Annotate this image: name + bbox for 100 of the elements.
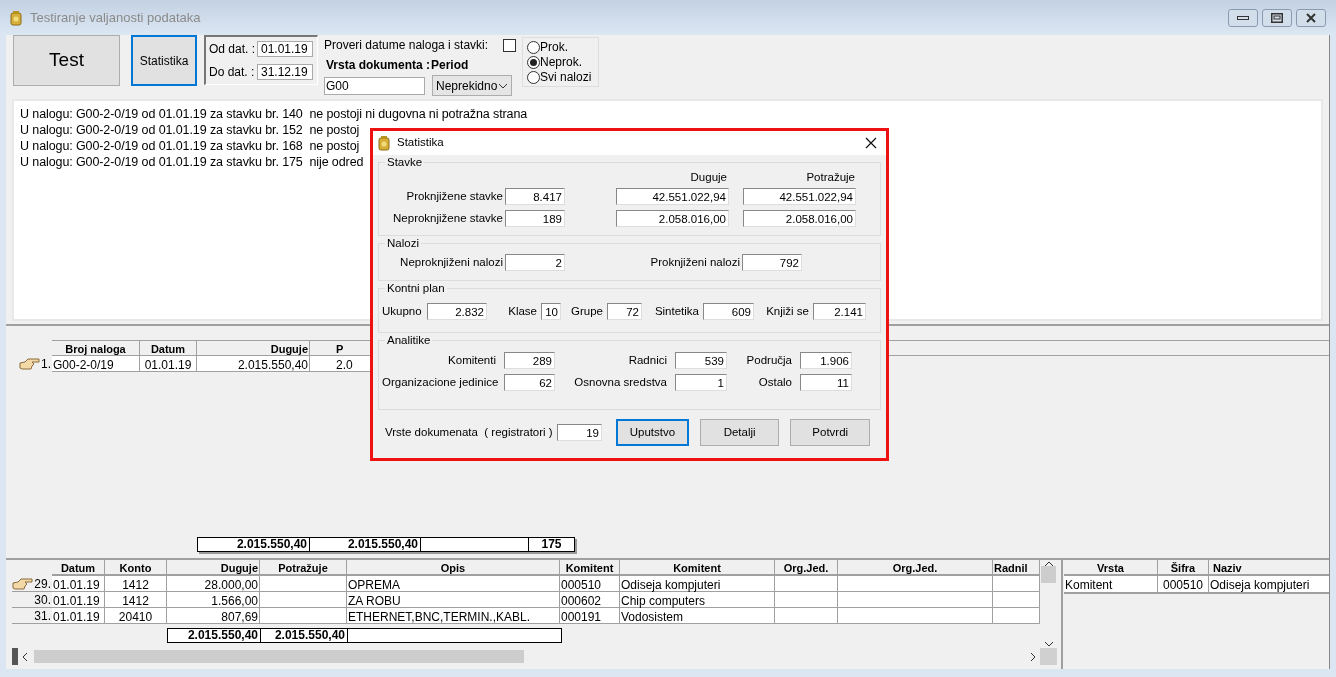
table-cell: 807,69 [167,608,260,623]
group-label: Stavke [385,155,425,169]
column-header: Šifra [1158,560,1209,574]
scrollbar-thumb[interactable] [34,650,524,663]
app-icon [10,9,22,26]
period-dropdown[interactable]: Neprekidno [432,75,512,96]
value-field: 19 [557,424,602,441]
table-cell: 2.015.550,40 [197,356,310,371]
dialog-title: Statistika [397,135,444,151]
chevron-down-icon[interactable] [1043,640,1054,648]
table-cell: 000510 [1158,576,1209,592]
log-line: U nalogu: G00-2-0/19 od 01.01.19 za stavku br. 140 ne postoji ni dugovna ni potražna strana [20,107,528,121]
radio-label: Svi nalozi [540,69,592,86]
field-label: Neproknjižene stavke [392,211,504,227]
minimize-icon [1237,15,1249,20]
window-title: Testiranje valjanosti podataka [30,8,201,27]
column-header: Org.Jed. [838,560,993,574]
field-label: Potražuje [805,170,855,183]
pointing-hand-icon [19,358,41,370]
field-label: Proknjiženi nalozi [649,255,741,270]
value-field: 11 [800,374,852,392]
field-label: Duguje [689,170,727,183]
scrollbar-corner [1040,648,1057,665]
radio-label: Neprok. [540,54,583,71]
group-label: Analitike [385,333,433,347]
table-cell: Komitent [1064,576,1158,592]
field-label: Knjiži se [765,304,810,319]
field-label: Područja [745,353,793,368]
field-label: Period [431,57,469,74]
table-cell: OPREMA [347,576,560,591]
radio-button[interactable] [527,40,540,54]
column-header: Komitent [560,560,620,574]
table-cell: 1412 [105,592,167,607]
column-header: Datum [140,341,197,355]
table-cell: Odiseja kompjuteri [1209,576,1329,592]
log-line: U nalogu: G00-2-0/19 od 01.01.19 za stavku br. 175 nije odred [20,155,364,169]
column-header: Datum [52,560,105,574]
field-label: Vrsta dokumenta : [325,57,431,74]
value-field: 539 [675,352,727,370]
dialog-button[interactable]: Uputstvo [616,419,689,446]
value-field: 1.906 [800,352,852,370]
value-field: 2.058.016,00 [616,210,729,228]
field-label: Radnici [627,353,668,368]
scrollbar-thumb[interactable] [1041,565,1056,583]
value-field: 2.832 [427,303,487,321]
minimize-button[interactable] [1228,8,1258,27]
field-label: Grupe [570,304,604,319]
total-cell: 2.015.550,40 [310,538,421,551]
value-field: 62 [504,374,555,392]
column-header: Potražuje [260,560,347,574]
date-field[interactable]: 31.12.19 [257,64,313,81]
value-field: 609 [703,303,754,321]
radio-button[interactable] [527,55,540,69]
table-cell: Chip computers [620,592,775,607]
table-cell: 01.01.19 [52,592,105,607]
total-cell-text: 175 [540,538,563,551]
checkbox[interactable] [503,38,516,52]
maximize-button[interactable] [1262,8,1292,27]
radio-button[interactable] [527,70,540,84]
table-cell: Vodosistem [620,608,775,623]
document-type-field[interactable]: G00 [324,76,425,95]
log-line: U nalogu: G00-2-0/19 od 01.01.19 za stavku br. 152 ne postoj [20,123,360,137]
field-label: Osnovna sredstva [573,375,668,391]
table-cell: 20410 [105,608,167,623]
column-header: Duguje [197,341,310,355]
table-cell: 01.01.19 [52,576,105,591]
total-cell: 2.015.550,40 [168,629,261,642]
dialog-button[interactable]: Detalji [699,419,780,446]
total-cell: 2.015.550,40 [261,629,348,642]
total-cell: 2.015.550,40 [198,538,310,551]
row-number: 1. [41,356,51,373]
value-field: 42.551.022,94 [616,188,729,206]
row-number: 29. [34,575,51,593]
value-field: 289 [504,352,555,370]
row-number: 31. [34,607,51,625]
maximize-icon [1271,12,1283,23]
table-cell: ZA ROBU [347,592,560,607]
group-label: Kontni plan [385,281,447,295]
vertical-scrollbar[interactable] [1040,560,1057,648]
column-header: Konto [105,560,167,574]
close-button[interactable] [1296,8,1326,27]
table-cell: Odiseja kompjuteri [620,576,775,591]
value-field: 42.551.022,94 [743,188,856,206]
table-cell: 01.01.19 [140,356,197,371]
test-button[interactable]: Test [13,35,120,86]
date-field[interactable]: 01.01.19 [257,40,313,57]
field-label: Klase [507,304,538,319]
table-cell: 000602 [560,592,620,607]
table-cell: G00-2-0/19 [52,356,140,371]
statistika-button[interactable]: Statistika [131,35,197,86]
dialog-button[interactable]: Potvrdi [790,419,870,446]
field-label: Komitenti [447,353,497,368]
field-label: Organizacione jedinice [382,375,500,391]
value-field: 2.058.016,00 [743,210,856,228]
table-cell: 1.566,00 [167,592,260,607]
table-cell: 000510 [560,576,620,591]
field-label: Sintetika [653,304,700,319]
table-cell: 000191 [560,608,620,623]
row-number: 30. [34,591,51,609]
field-label: Neproknjiženi nalozi [399,255,504,270]
